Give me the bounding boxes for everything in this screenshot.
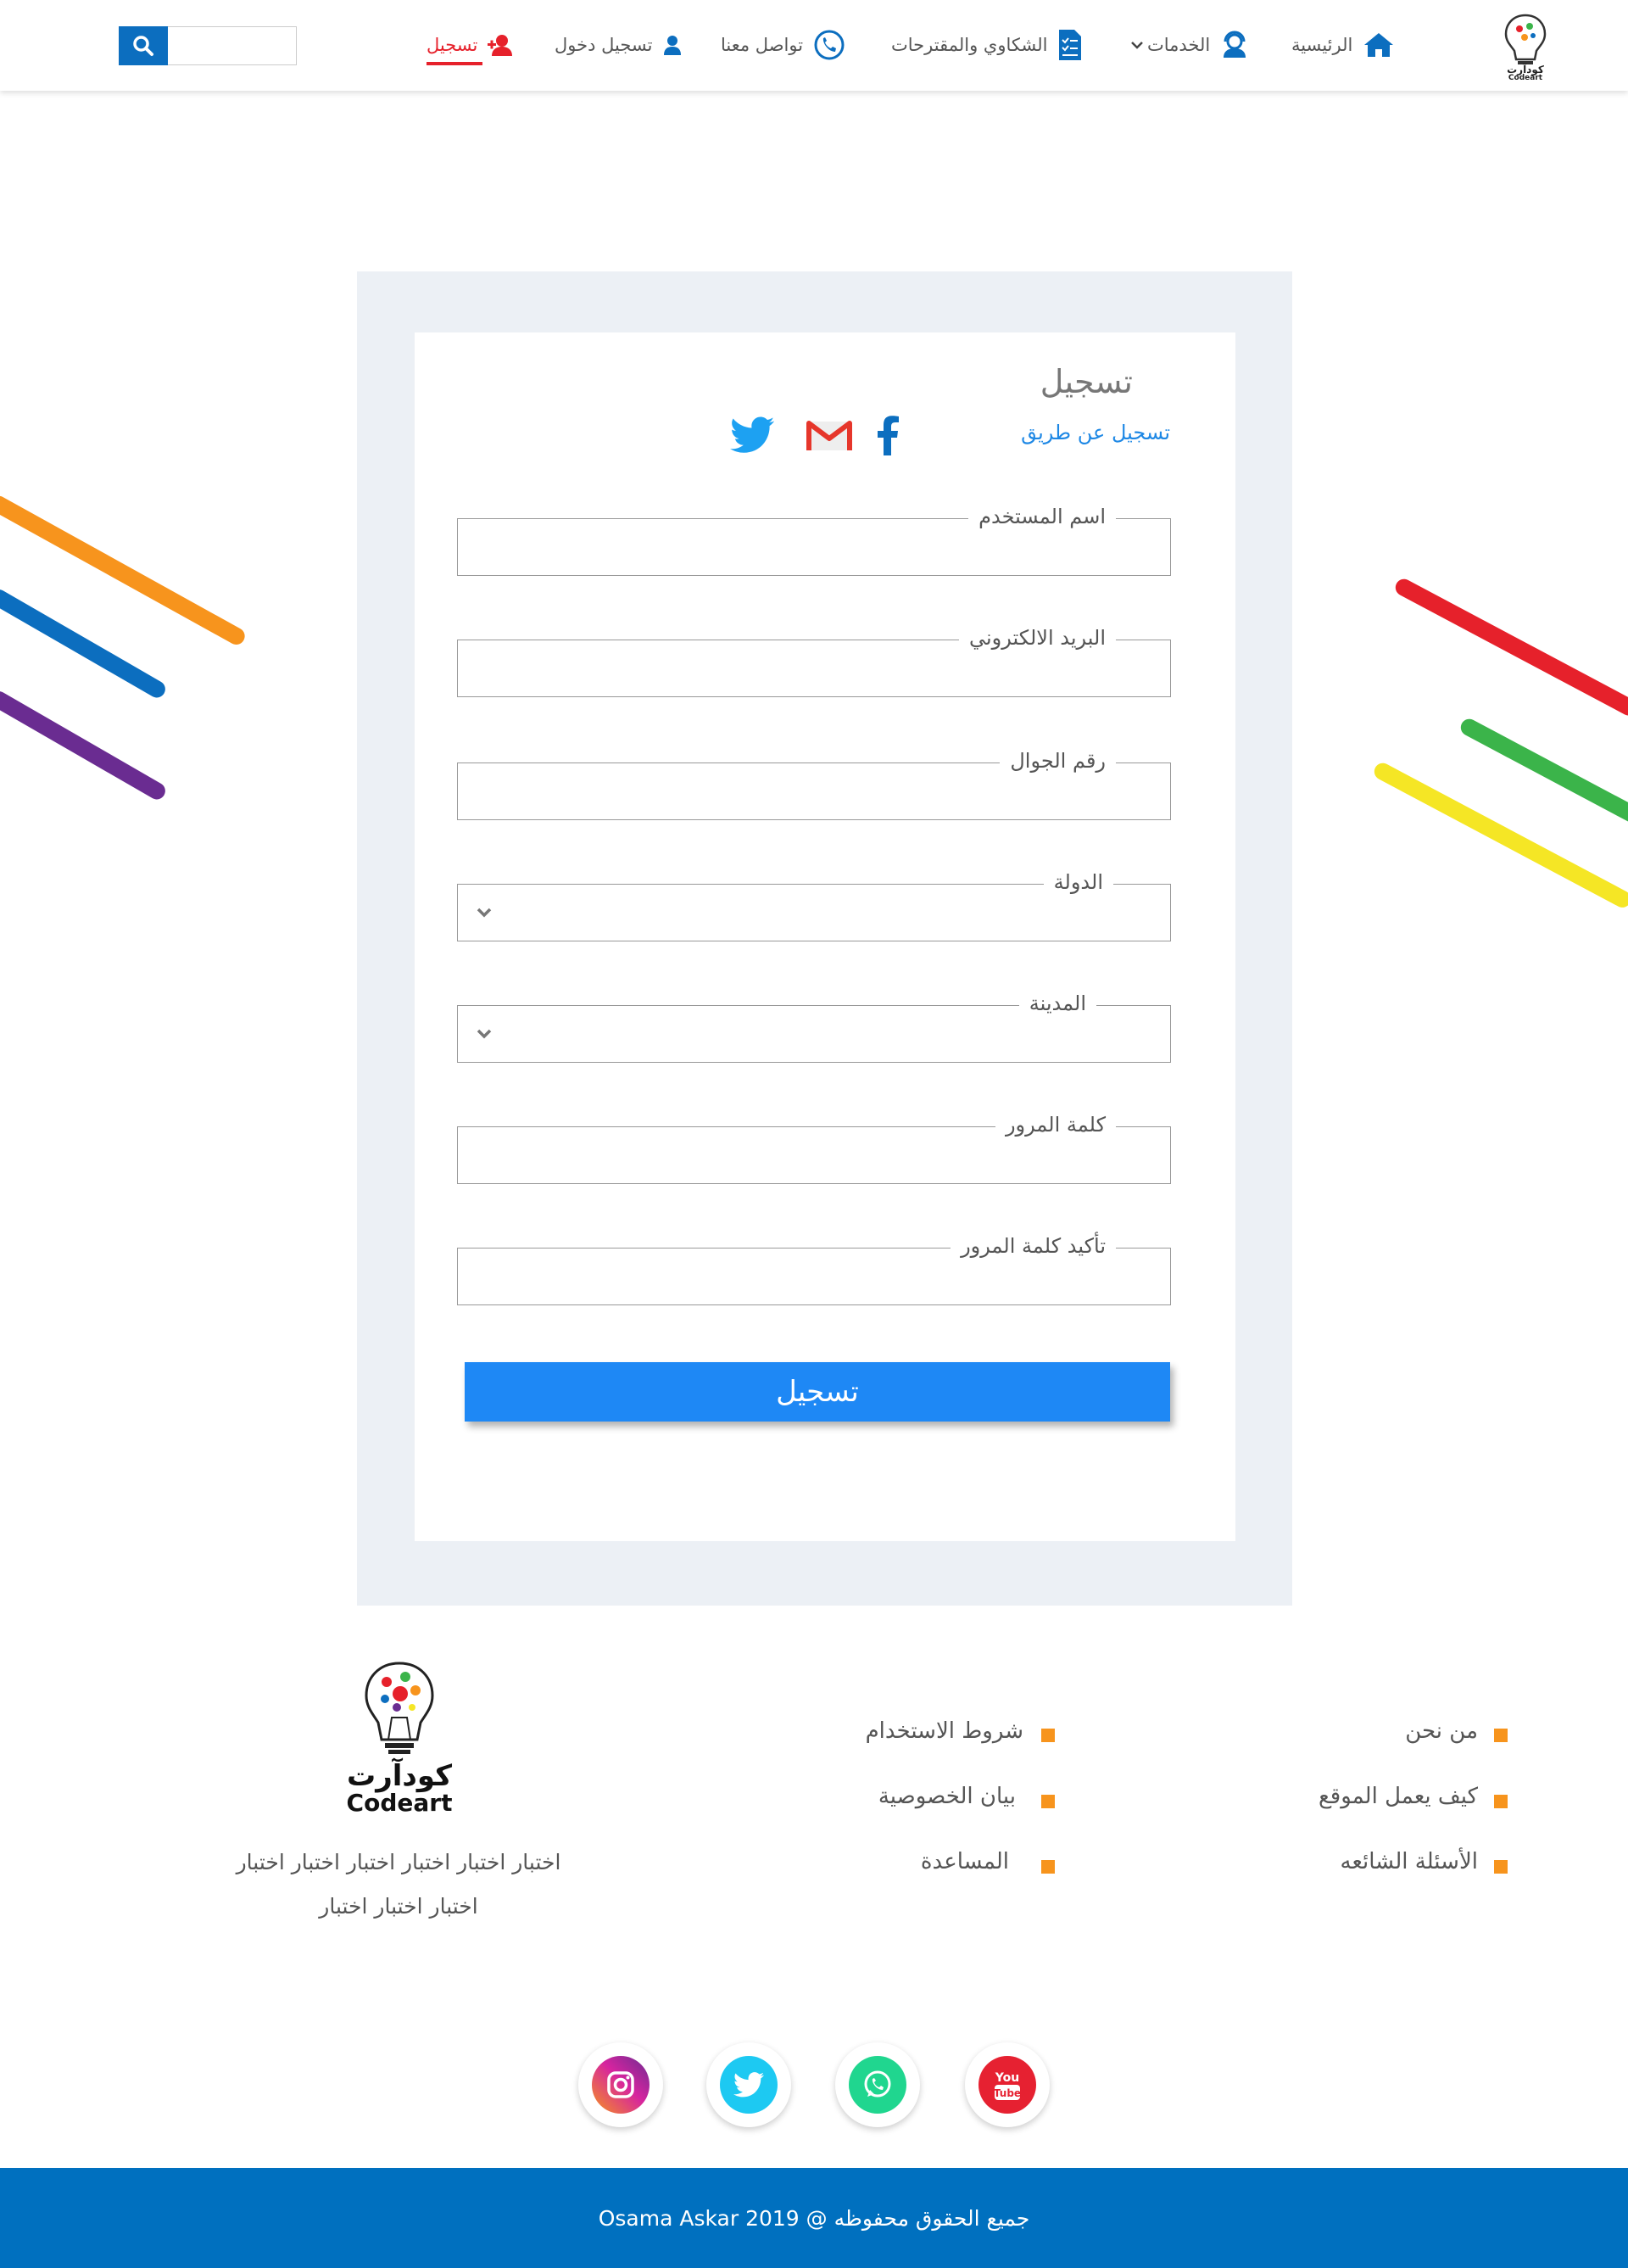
password-label: كلمة المرور	[995, 1113, 1116, 1137]
chevron-down-icon	[477, 908, 492, 918]
decorative-stripe-green	[1458, 716, 1628, 827]
whatsapp-icon	[864, 2070, 891, 2098]
decorative-stripe-red	[1392, 576, 1628, 719]
nav-item-home[interactable]: الرئيسية	[1291, 24, 1395, 66]
search-icon	[133, 36, 153, 56]
footer-logo-latin: Codeart	[347, 1789, 453, 1815]
footer-link-faq[interactable]: الأسئلة الشائعه	[1341, 1849, 1478, 1874]
register-submit-button[interactable]: تسجيل	[465, 1362, 1170, 1422]
youtube-icon: You Tube	[994, 2071, 1021, 2100]
support-agent-icon	[1224, 31, 1246, 58]
gmail-login-button[interactable]	[806, 412, 852, 458]
footer-description-line2: اختبار اختبار اختبار	[319, 1894, 478, 1919]
social-login-label: تسجيل عن طريق	[1021, 421, 1170, 444]
bullet-icon	[1041, 1729, 1055, 1742]
bullet-icon	[1041, 1860, 1055, 1874]
footer-logo[interactable]: كودآرت Codeart	[344, 1658, 454, 1817]
site-logo[interactable]: كودآرت Codeart	[1501, 12, 1550, 82]
footer-description-line1: اختبار اختبار اختبار اختبار اختبار اختبا…	[236, 1850, 561, 1874]
footer-link-help[interactable]: المساعدة	[921, 1849, 1009, 1874]
nav-item-login[interactable]: تسجيل دخول	[555, 24, 682, 66]
nav-item-home-label: الرئيسية	[1291, 35, 1353, 55]
country-label: الدولة	[1043, 870, 1113, 894]
active-nav-underline	[427, 62, 482, 65]
youtube-link[interactable]: You Tube	[965, 2042, 1050, 2127]
nav-item-contact-label: تواصل معنا	[721, 35, 804, 55]
home-icon	[1364, 33, 1394, 57]
twitter-icon	[730, 416, 774, 453]
svg-text:You: You	[995, 2071, 1019, 2085]
mobile-label: رقم الجوال	[1000, 749, 1116, 773]
form-title: تسجيل	[1040, 363, 1133, 400]
add-user-icon	[488, 35, 513, 56]
twitter-login-button[interactable]	[729, 412, 775, 458]
username-label: اسم المستخدم	[968, 505, 1116, 528]
facebook-login-button[interactable]	[865, 412, 911, 458]
confirm-password-label: تأكيد كلمة المرور	[951, 1234, 1116, 1258]
footer-link-privacy[interactable]: بيان الخصوصية	[878, 1784, 1016, 1809]
svg-text:Codeart: Codeart	[1508, 74, 1543, 80]
clipboard-icon	[1059, 30, 1082, 60]
copyright-text: جميع الحقوق محفوظه @ 2019 Osama Askar	[598, 2205, 1030, 2231]
search-input[interactable]	[168, 26, 297, 65]
whatsapp-link[interactable]	[835, 2042, 920, 2127]
facebook-icon	[878, 416, 899, 455]
twitter-icon	[733, 2072, 764, 2098]
nav-item-register-label: تسجيل	[427, 35, 478, 55]
nav-item-register[interactable]: تسجيل	[427, 24, 513, 66]
nav-item-contact[interactable]: تواصل معنا	[721, 24, 845, 66]
nav-item-services[interactable]: الخدمات	[1130, 24, 1249, 66]
gmail-icon	[806, 421, 852, 450]
instagram-icon	[607, 2071, 634, 2098]
footer-logo-arabic: كودآرت	[347, 1757, 452, 1793]
footer-link-how-it-works[interactable]: كيف يعمل الموقع	[1319, 1784, 1478, 1809]
instagram-link[interactable]	[578, 2042, 663, 2127]
user-icon	[663, 36, 681, 55]
svg-text:Tube: Tube	[994, 2087, 1021, 2099]
footer-description: اختبار اختبار اختبار اختبار اختبار اختبا…	[229, 1841, 568, 1929]
decorative-stripe-purple	[0, 688, 169, 803]
bullet-icon	[1494, 1860, 1508, 1874]
bullet-icon	[1494, 1795, 1508, 1808]
top-navbar: كودآرت Codeart الرئيسية الخدمات الشكاوي …	[0, 0, 1628, 91]
bullet-icon	[1041, 1795, 1055, 1808]
city-label: المدينة	[1018, 992, 1096, 1015]
chevron-down-icon	[477, 1029, 492, 1039]
footer-link-about[interactable]: من نحن	[1405, 1718, 1478, 1744]
nav-item-login-label: تسجيل دخول	[555, 35, 653, 55]
decorative-stripe-blue	[0, 586, 169, 701]
twitter-link[interactable]	[706, 2042, 791, 2127]
nav-item-complaints-label: الشكاوي والمقترحات	[891, 35, 1048, 55]
email-label: البريد الالكتروني	[958, 626, 1116, 650]
bullet-icon	[1494, 1729, 1508, 1742]
phone-icon	[814, 30, 845, 60]
copyright-bar: جميع الحقوق محفوظه @ 2019 Osama Askar	[0, 2168, 1628, 2268]
footer-link-terms[interactable]: شروط الاستخدام	[866, 1718, 1023, 1744]
nav-item-complaints[interactable]: الشكاوي والمقترحات	[891, 24, 1083, 66]
nav-item-services-label: الخدمات	[1147, 35, 1211, 55]
chevron-down-icon	[1131, 42, 1143, 49]
search-button[interactable]	[119, 26, 168, 65]
